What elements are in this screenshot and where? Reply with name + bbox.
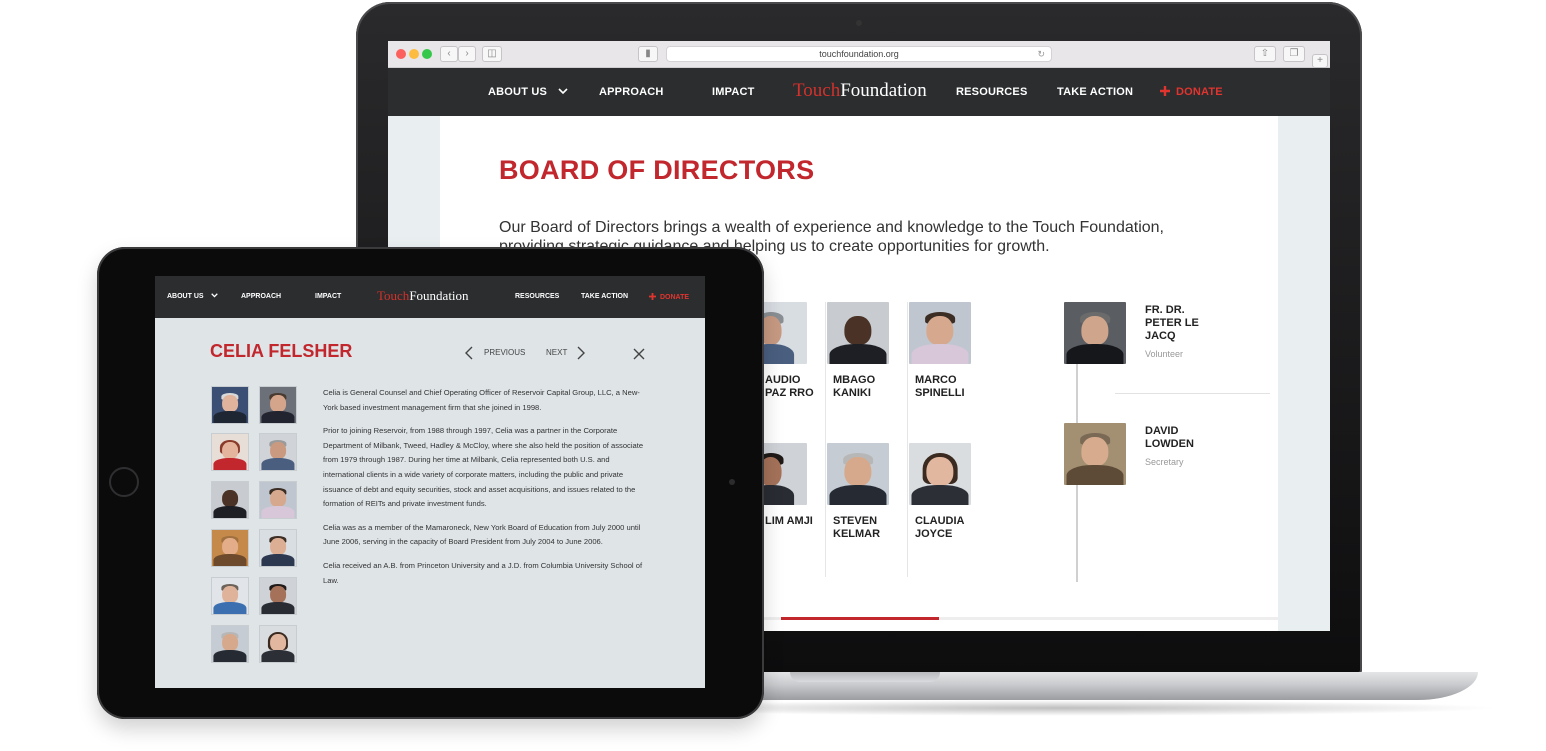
board-member-thumbnail[interactable] [211,433,249,471]
tablet-touch-foundation-logo[interactable]: TouchFoundation [377,288,469,304]
director-photo [827,302,889,364]
touch-foundation-logo[interactable]: TouchFoundation [793,80,927,102]
nav-donate[interactable]: DONATE [1160,86,1223,98]
board-member-thumbnail[interactable] [259,529,297,567]
browser-toolbar: ‹ › ◫ ▮ touchfoundation.org ↻ ⇧ ❐ + [388,41,1330,68]
tablet-logo-foundation: Foundation [409,288,469,303]
forward-icon[interactable]: › [458,46,476,62]
tablet-nav-approach[interactable]: APPROACH [241,293,281,300]
tablet-camera [729,479,735,485]
chevron-left-icon[interactable] [465,346,473,360]
tablet-nav-impact[interactable]: IMPACT [315,293,341,300]
nav-donate-label: DONATE [1176,86,1223,98]
bio-paragraph: Celia was as a member of the Mamaroneck,… [323,522,641,547]
laptop-notch [790,672,940,682]
share-icon[interactable]: ⇧ [1254,46,1276,62]
board-member-thumbnail[interactable] [259,577,297,615]
tablet-logo-touch: Touch [377,288,410,303]
board-member-thumbnail[interactable] [259,433,297,471]
officer-photo [1064,302,1126,364]
profile-name: CELIA FELSHER [210,341,353,361]
tablet-nav-resources[interactable]: RESOURCES [515,293,559,300]
officer-card[interactable]: DAVID LOWDEN Secretary [1064,423,1214,485]
board-member-thumbnail[interactable] [259,481,297,519]
column-divider [907,302,908,577]
laptop-camera [856,20,862,26]
board-member-thumbnail[interactable] [211,386,249,424]
director-card[interactable]: CLAUDIA JOYCE [909,443,979,541]
director-name: STEVEN KELMAR [833,515,881,540]
officer-card[interactable]: FR. DR. PETER LE JACQ Volunteer [1064,302,1214,364]
sidebar-icon[interactable]: ◫ [482,46,502,62]
logo-foundation: Foundation [840,80,927,101]
chevron-down-icon [558,88,568,95]
bio-paragraph: Prior to joining Reservoir, from 1988 th… [323,426,644,509]
close-window-icon[interactable] [396,49,406,59]
tablet-screen: ABOUT US APPROACH IMPACT TouchFoundation… [155,276,705,688]
bio-paragraph: Celia is General Counsel and Chief Opera… [323,388,640,412]
plus-icon [1160,86,1170,96]
officer-role: Volunteer [1145,349,1184,359]
page-title: BOARD OF DIRECTORS [499,155,815,185]
director-photo [827,443,889,505]
director-photo [909,443,971,505]
board-member-thumbnail[interactable] [211,577,249,615]
chevron-down-icon [210,293,218,298]
close-icon[interactable] [633,348,645,360]
reload-icon[interactable]: ↻ [1037,47,1045,61]
url-text: touchfoundation.org [819,49,899,59]
previous-button[interactable]: PREVIOUS [484,348,525,357]
tablet-nav-about-us-label: ABOUT US [167,293,204,300]
tablet-site-navigation: ABOUT US APPROACH IMPACT TouchFoundation… [155,276,705,318]
column-divider [825,302,826,577]
director-card[interactable]: STEVEN KELMAR [827,443,897,541]
director-card[interactable]: MARCO SPINELLI [909,302,979,400]
director-photo [909,302,971,364]
lock-icon[interactable]: ▮ [638,46,658,62]
tablet-nav-donate-label: DONATE [660,294,690,301]
plus-icon [649,293,656,300]
nav-take-action[interactable]: TAKE ACTION [1057,86,1133,98]
nav-resources[interactable]: RESOURCES [956,86,1027,98]
director-card[interactable]: MBAGO KANIKI [827,302,897,400]
director-name: LIM AMJI [765,515,813,527]
officer-row-divider [1115,393,1270,394]
home-button[interactable] [109,467,139,497]
logo-touch: Touch [793,80,841,101]
laptop-base [640,672,1478,700]
director-name: MARCO SPINELLI [915,374,965,399]
maximize-window-icon[interactable] [422,49,432,59]
tablet-nav-donate[interactable]: DONATE [649,293,689,301]
board-member-thumbnail[interactable] [211,529,249,567]
officer-role: Secretary [1145,457,1184,467]
address-bar[interactable]: touchfoundation.org ↻ [666,46,1052,62]
profile-bio: Celia is General Counsel and Chief Opera… [323,386,653,597]
scroll-indicator[interactable] [781,617,939,620]
board-member-thumbnail[interactable] [211,481,249,519]
director-name: MBAGO KANIKI [833,374,876,399]
board-member-thumbnail[interactable] [211,625,249,663]
director-name: CLAUDIA JOYCE [915,515,965,540]
nav-approach[interactable]: APPROACH [599,86,664,98]
officer-photo [1064,423,1126,485]
board-member-thumbnail[interactable] [259,386,297,424]
board-member-thumbnail[interactable] [259,625,297,663]
back-icon[interactable]: ‹ [440,46,458,62]
nav-impact[interactable]: IMPACT [712,86,755,98]
tablet-nav-about-us[interactable]: ABOUT US [167,293,218,300]
next-button[interactable]: NEXT [546,348,567,357]
site-navigation: ABOUT US APPROACH IMPACT TouchFoundation… [388,68,1330,116]
tablet-nav-take-action[interactable]: TAKE ACTION [581,293,628,300]
bio-paragraph: Celia received an A.B. from Princeton Un… [323,560,643,585]
officer-name: FR. DR. PETER LE JACQ [1145,304,1199,342]
tabs-icon[interactable]: ❐ [1283,46,1305,62]
nav-about-us-label: ABOUT US [488,86,548,98]
minimize-window-icon[interactable] [409,49,419,59]
chevron-right-icon[interactable] [577,346,585,360]
nav-about-us[interactable]: ABOUT US [488,86,568,98]
officer-name: DAVID LOWDEN [1145,425,1194,450]
director-name: AUDIO PAZ RRO [765,374,814,399]
new-tab-icon[interactable]: + [1312,54,1328,68]
